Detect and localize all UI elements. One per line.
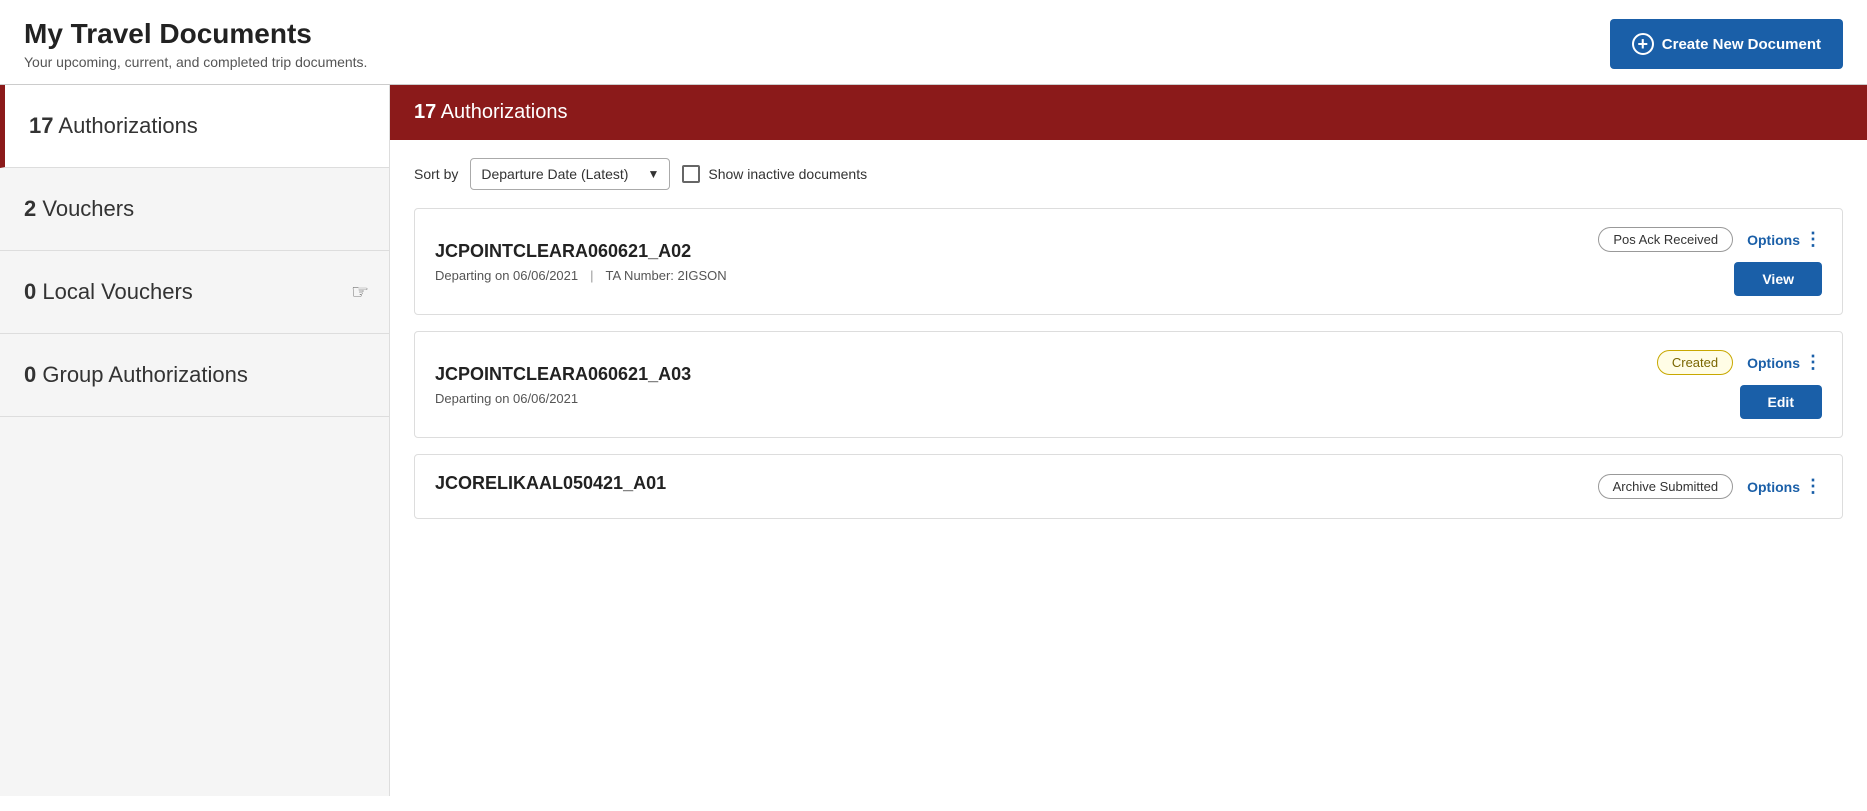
sidebar-vouchers-count: 2	[24, 196, 36, 221]
sidebar-item-local-vouchers[interactable]: 0 Local Vouchers ☞	[0, 251, 389, 334]
section-label: Authorizations	[441, 101, 568, 123]
sidebar-item-group-authorizations[interactable]: 0 Group Authorizations	[0, 334, 389, 417]
doc-ta-1: TA Number: 2IGSON	[606, 268, 727, 283]
options-label-2: Options	[1747, 355, 1800, 371]
section-count: 17	[414, 101, 436, 123]
doc-right-3: Archive Submitted Options ⋮	[1598, 474, 1822, 499]
document-card-1: JCPOINTCLEARA060621_A02 Departing on 06/…	[414, 208, 1843, 315]
cursor-icon: ☞	[351, 280, 369, 305]
doc-title-1: JCPOINTCLEARA060621_A02	[435, 241, 1598, 262]
content-area: 17 Authorizations Sort by Departure Date…	[390, 85, 1867, 796]
toolbar: Sort by Departure Date (Latest) ▼ Show i…	[390, 140, 1867, 208]
sidebar-item-authorizations[interactable]: 17 Authorizations	[0, 85, 389, 168]
doc-departure-2: Departing on 06/06/2021	[435, 391, 578, 406]
plus-icon: +	[1632, 33, 1654, 55]
sort-value: Departure Date (Latest)	[481, 166, 628, 182]
edit-button-2[interactable]: Edit	[1740, 385, 1822, 419]
document-card-2: JCPOINTCLEARA060621_A03 Departing on 06/…	[414, 331, 1843, 438]
options-label-1: Options	[1747, 232, 1800, 248]
sidebar-group-auth-count: 0	[24, 362, 36, 387]
doc-info-2: JCPOINTCLEARA060621_A03 Departing on 06/…	[435, 364, 1657, 406]
sidebar-local-vouchers-count: 0	[24, 279, 36, 304]
sidebar: 17 Authorizations < 2 Vouchers 0 Local V…	[0, 85, 390, 796]
options-link-2[interactable]: Options ⋮	[1747, 352, 1822, 373]
doc-top-right-2: Created Options ⋮	[1657, 350, 1822, 375]
sidebar-group-auth-label: Group Authorizations	[42, 362, 247, 387]
options-dots-icon-3: ⋮	[1804, 476, 1822, 497]
options-dots-icon-2: ⋮	[1804, 352, 1822, 373]
doc-title-2: JCPOINTCLEARA060621_A03	[435, 364, 1657, 385]
page-title: My Travel Documents	[24, 18, 367, 50]
doc-departure-1: Departing on 06/06/2021	[435, 268, 578, 283]
sidebar-local-vouchers-label: Local Vouchers	[42, 279, 192, 304]
show-inactive-label: Show inactive documents	[708, 166, 867, 182]
view-button-1[interactable]: View	[1734, 262, 1822, 296]
show-inactive-checkbox[interactable]	[682, 165, 700, 183]
header-title-block: My Travel Documents Your upcoming, curre…	[24, 18, 367, 70]
doc-title-3: JCORELIKAAL050421_A01	[435, 473, 1598, 494]
doc-info-3: JCORELIKAAL050421_A01	[435, 473, 1598, 500]
doc-top-right-3: Archive Submitted Options ⋮	[1598, 474, 1822, 499]
sidebar-authorizations-label: Authorizations	[58, 113, 197, 138]
doc-right-1: Pos Ack Received Options ⋮ View	[1598, 227, 1822, 296]
chevron-down-icon: ▼	[647, 167, 659, 181]
status-badge-2: Created	[1657, 350, 1733, 375]
doc-right-2: Created Options ⋮ Edit	[1657, 350, 1822, 419]
sidebar-authorizations-count: 17	[29, 113, 53, 138]
doc-sub-2: Departing on 06/06/2021	[435, 391, 1657, 406]
create-new-document-button[interactable]: + Create New Document	[1610, 19, 1843, 69]
doc-sub-1: Departing on 06/06/2021 | TA Number: 2IG…	[435, 268, 1598, 283]
separator-1: |	[590, 268, 593, 283]
sidebar-vouchers-label: Vouchers	[42, 196, 134, 221]
create-btn-label: Create New Document	[1662, 36, 1821, 53]
status-badge-3: Archive Submitted	[1598, 474, 1734, 499]
section-header: 17 Authorizations	[390, 85, 1867, 140]
status-badge-1: Pos Ack Received	[1598, 227, 1733, 252]
show-inactive-checkbox-wrapper[interactable]: Show inactive documents	[682, 165, 867, 183]
document-card-3: JCORELIKAAL050421_A01 Archive Submitted …	[414, 454, 1843, 519]
doc-top-right-1: Pos Ack Received Options ⋮	[1598, 227, 1822, 252]
page-header: My Travel Documents Your upcoming, curre…	[0, 0, 1867, 85]
options-label-3: Options	[1747, 479, 1800, 495]
sort-select[interactable]: Departure Date (Latest) ▼	[470, 158, 670, 190]
options-link-3[interactable]: Options ⋮	[1747, 476, 1822, 497]
sidebar-item-vouchers[interactable]: < 2 Vouchers	[0, 168, 389, 251]
options-dots-icon-1: ⋮	[1804, 229, 1822, 250]
sort-by-label: Sort by	[414, 166, 458, 182]
doc-info-1: JCPOINTCLEARA060621_A02 Departing on 06/…	[435, 241, 1598, 283]
options-link-1[interactable]: Options ⋮	[1747, 229, 1822, 250]
chevron-left-icon: <	[0, 192, 3, 226]
main-layout: 17 Authorizations < 2 Vouchers 0 Local V…	[0, 85, 1867, 796]
page-subtitle: Your upcoming, current, and completed tr…	[24, 54, 367, 70]
